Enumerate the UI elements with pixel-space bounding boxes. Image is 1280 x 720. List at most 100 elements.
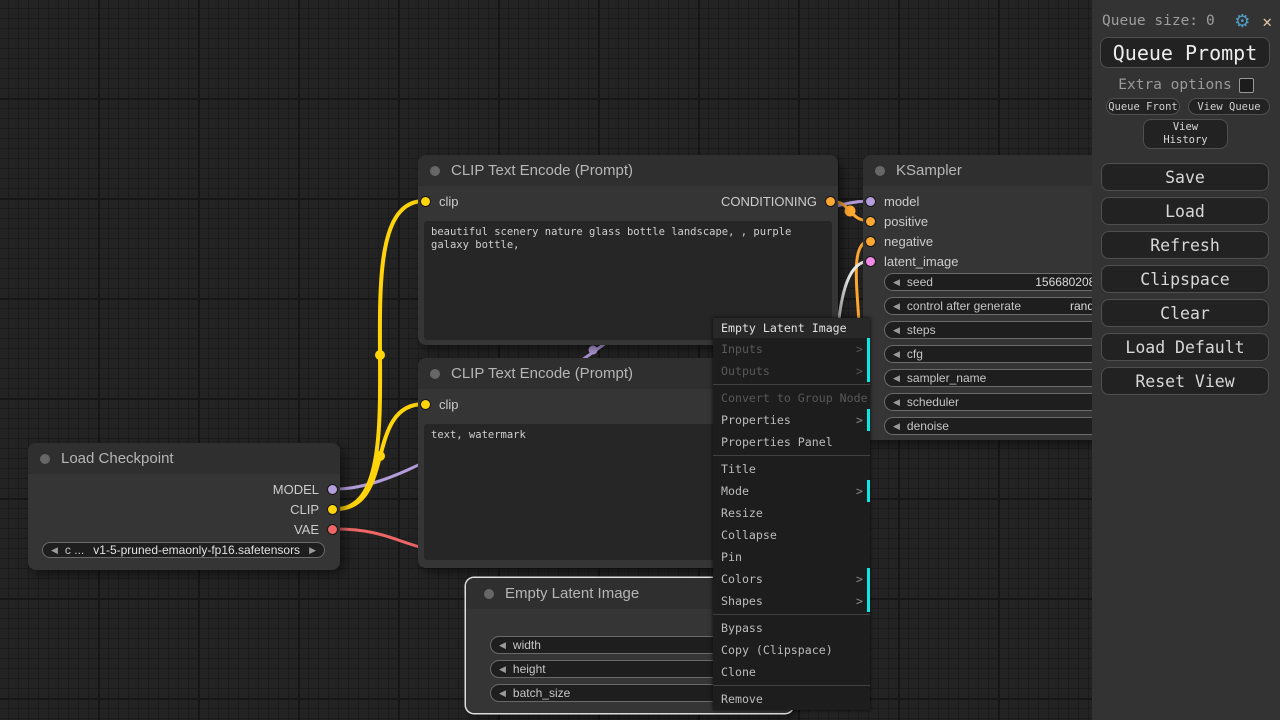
queue-size-label: Queue size: (1102, 13, 1198, 29)
node-title: Empty Latent Image (505, 585, 639, 602)
prev-value-icon[interactable]: ◀ (893, 397, 900, 408)
context-menu: Empty Latent Image Inputs> Outputs> Conv… (713, 318, 870, 710)
port-label-conditioning: CONDITIONING (721, 194, 817, 209)
menu-item-pin[interactable]: Pin (713, 546, 870, 568)
prev-value-icon[interactable]: ◀ (499, 664, 506, 675)
submenu-arrow-icon: > (856, 409, 863, 431)
prev-value-icon[interactable]: ◀ (893, 373, 900, 384)
menu-separator (713, 384, 870, 385)
widget-label: scheduler (907, 395, 959, 409)
menu-item-copy-clipspace[interactable]: Copy (Clipspace) (713, 639, 870, 661)
menu-item-clone[interactable]: Clone (713, 661, 870, 683)
port-positive-input[interactable] (866, 217, 875, 226)
clear-button[interactable]: Clear (1101, 299, 1269, 327)
port-label-clip: clip (439, 397, 459, 412)
menu-item-outputs: Outputs> (713, 360, 870, 382)
widget-label: c ... (65, 543, 84, 557)
prev-value-icon[interactable]: ◀ (893, 421, 900, 432)
menu-separator (713, 455, 870, 456)
submenu-arrow-icon: > (856, 360, 863, 382)
widget-label: steps (907, 323, 936, 337)
queue-prompt-button[interactable]: Queue Prompt (1100, 37, 1270, 68)
view-queue-button[interactable]: View Queue (1188, 98, 1270, 115)
menu-item-bypass[interactable]: Bypass (713, 617, 870, 639)
widget-label: batch_size (513, 686, 570, 700)
prev-value-icon[interactable]: ◀ (499, 640, 506, 651)
settings-gear-icon[interactable]: ⚙ (1234, 11, 1250, 32)
node-title: CLIP Text Encode (Prompt) (451, 365, 633, 382)
port-label-vae: VAE (294, 522, 319, 537)
extra-options-label: Extra options (1118, 77, 1232, 93)
menu-separator (713, 685, 870, 686)
widget-ckpt-name[interactable]: ◀ c ... v1-5-pruned-emaonly-fp16.safeten… (42, 542, 325, 558)
widget-label: seed (907, 275, 933, 289)
port-model-input[interactable] (866, 197, 875, 206)
collapse-dot-icon[interactable] (40, 454, 50, 464)
port-label-model: model (884, 194, 919, 209)
menu-item-remove[interactable]: Remove (713, 688, 870, 710)
menu-item-mode[interactable]: Mode> (713, 480, 870, 502)
port-latent-image-input[interactable] (866, 257, 875, 266)
widget-label: height (513, 662, 546, 676)
port-vae-output[interactable] (328, 525, 337, 534)
menu-item-collapse[interactable]: Collapse (713, 524, 870, 546)
port-label-clip: CLIP (290, 502, 319, 517)
node-title-bar[interactable]: CLIP Text Encode (Prompt) (418, 155, 838, 186)
load-button[interactable]: Load (1101, 197, 1269, 225)
save-button[interactable]: Save (1101, 163, 1269, 191)
menu-item-shapes[interactable]: Shapes> (713, 590, 870, 612)
widget-label: cfg (907, 347, 923, 361)
node-clip-text-encode-positive[interactable]: CLIP Text Encode (Prompt) clip CONDITION… (418, 155, 838, 345)
prev-value-icon[interactable]: ◀ (893, 349, 900, 360)
port-label-latent-image: latent_image (884, 254, 958, 269)
view-history-button[interactable]: ViewHistory (1143, 119, 1228, 149)
widget-label: width (513, 638, 541, 652)
clipspace-button[interactable]: Clipspace (1101, 265, 1269, 293)
port-label-negative: negative (884, 234, 933, 249)
port-conditioning-output[interactable] (826, 197, 835, 206)
next-value-icon[interactable]: ▶ (309, 545, 316, 556)
prev-value-icon[interactable]: ◀ (893, 277, 900, 288)
reset-view-button[interactable]: Reset View (1101, 367, 1269, 395)
port-negative-input[interactable] (866, 237, 875, 246)
submenu-arrow-icon: > (856, 568, 863, 590)
node-load-checkpoint[interactable]: Load Checkpoint MODEL CLIP VAE ◀ c ... v… (28, 443, 340, 570)
prev-value-icon[interactable]: ◀ (893, 325, 900, 336)
menu-item-properties[interactable]: Properties> (713, 409, 870, 431)
comfy-menu-panel: Queue size: 0 ⚙ ✕ Queue Prompt Extra opt… (1092, 0, 1280, 720)
close-icon[interactable]: ✕ (1262, 12, 1272, 31)
port-clip-input[interactable] (421, 400, 430, 409)
node-title: Load Checkpoint (61, 450, 174, 467)
port-model-output[interactable] (328, 485, 337, 494)
submenu-arrow-icon: > (856, 480, 863, 502)
port-label-clip: clip (439, 194, 459, 209)
menu-item-resize[interactable]: Resize (713, 502, 870, 524)
widget-label: control after generate (907, 299, 1021, 313)
port-label-model: MODEL (273, 482, 319, 497)
menu-item-inputs: Inputs> (713, 338, 870, 360)
menu-item-colors[interactable]: Colors> (713, 568, 870, 590)
load-default-button[interactable]: Load Default (1101, 333, 1269, 361)
prev-value-icon[interactable]: ◀ (499, 688, 506, 699)
prev-value-icon[interactable]: ◀ (51, 545, 58, 556)
collapse-dot-icon[interactable] (875, 166, 885, 176)
node-title-bar[interactable]: Load Checkpoint (28, 443, 340, 474)
queue-front-button[interactable]: Queue Front (1106, 98, 1180, 115)
port-clip-input[interactable] (421, 197, 430, 206)
context-menu-title: Empty Latent Image (713, 318, 870, 338)
menu-item-title[interactable]: Title (713, 458, 870, 480)
port-clip-output[interactable] (328, 505, 337, 514)
node-title: CLIP Text Encode (Prompt) (451, 162, 633, 179)
extra-options-checkbox[interactable] (1239, 78, 1254, 93)
collapse-dot-icon[interactable] (430, 369, 440, 379)
refresh-button[interactable]: Refresh (1101, 231, 1269, 259)
collapse-dot-icon[interactable] (430, 166, 440, 176)
widget-label: sampler_name (907, 371, 986, 385)
menu-item-properties-panel[interactable]: Properties Panel (713, 431, 870, 453)
menu-item-convert-to-group-node: Convert to Group Node (713, 387, 870, 409)
prev-value-icon[interactable]: ◀ (893, 301, 900, 312)
widget-value: v1-5-pruned-emaonly-fp16.safetensors (93, 543, 300, 557)
collapse-dot-icon[interactable] (484, 589, 494, 599)
submenu-arrow-icon: > (856, 338, 863, 360)
widget-label: denoise (907, 419, 949, 433)
